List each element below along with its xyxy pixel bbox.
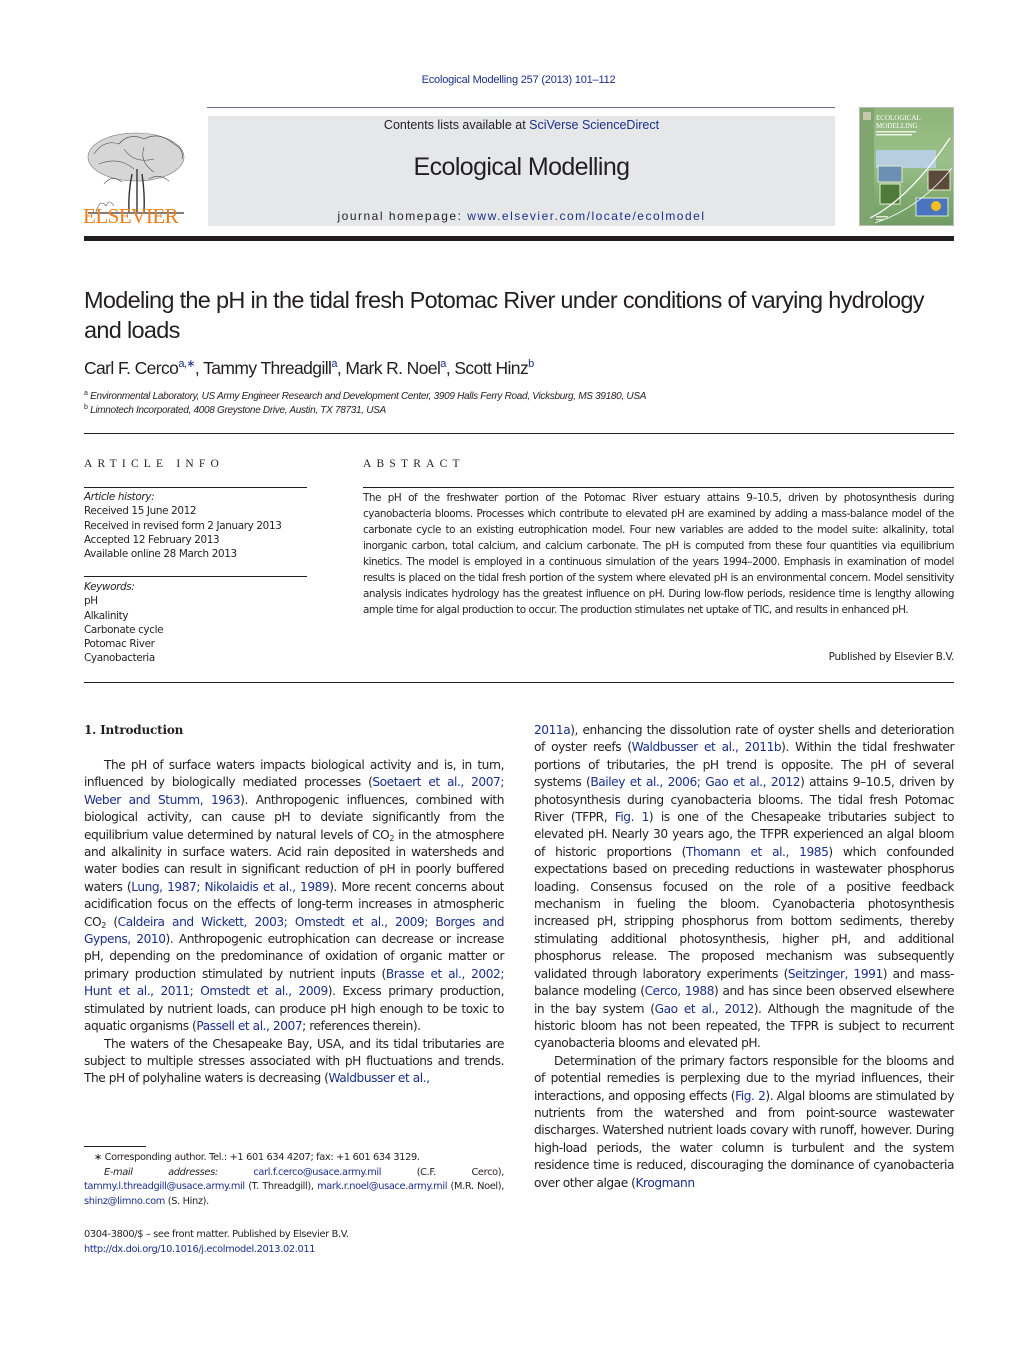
keyword: Potomac River	[84, 638, 155, 651]
paragraph: The waters of the Chesapeake Bay, USA, a…	[84, 1036, 504, 1088]
cover-image: ECOLOGICAL MODELLING	[860, 108, 953, 225]
author-affiliation-mark[interactable]: b	[528, 358, 534, 370]
body-column-left: The pH of surface waters impacts biologi…	[84, 757, 504, 1088]
keyword: pH	[84, 595, 98, 608]
contents-prefix: Contents lists available at	[383, 118, 530, 132]
citation-link[interactable]: Gao et al., 2012	[655, 1002, 755, 1016]
author-list: Carl F. Cercoa,∗, Tammy Threadgilla, Mar…	[84, 358, 534, 378]
issn-line: 0304-3800/$ – see front matter. Publishe…	[84, 1229, 349, 1240]
journal-name: Ecological Modelling	[413, 153, 631, 181]
citation-link[interactable]: Krogmann	[635, 1176, 695, 1190]
article-info-rule	[84, 487, 307, 488]
homepage-link[interactable]: www.elsevier.com/locate/ecolmodel	[467, 209, 705, 223]
text-run: ) which confounded expectations based on…	[534, 844, 954, 981]
author[interactable]: Carl F. Cercoa,∗	[84, 358, 195, 378]
citation-link[interactable]: Fig. 2	[735, 1089, 766, 1103]
svg-text:ECOLOGICAL: ECOLOGICAL	[876, 114, 921, 122]
article-history: Article history: Received 15 June 2012 R…	[84, 490, 282, 561]
affiliation-a: a Environmental Laboratory, US Army Engi…	[84, 390, 647, 402]
keywords-label: Keywords:	[84, 581, 135, 593]
header-rule	[207, 107, 835, 108]
elsevier-wordmark: ELSEVIER	[83, 204, 179, 228]
history-received: Received 15 June 2012	[84, 505, 197, 518]
journal-cover-thumbnail[interactable]: ECOLOGICAL MODELLING	[859, 107, 954, 226]
journal-homepage: journal homepage: www.elsevier.com/locat…	[208, 209, 835, 223]
author-affiliation-mark[interactable]: a,∗	[178, 358, 195, 370]
paragraph: The pH of surface waters impacts biologi…	[84, 757, 504, 1036]
email-link[interactable]: carl.f.cerco@usace.army.mil	[253, 1167, 381, 1178]
text-run: The waters of the Chesapeake Bay, USA, a…	[84, 1036, 504, 1086]
citation-link[interactable]: Cerco, 1988	[645, 984, 715, 998]
citation-link[interactable]: Waldbusser et al.,	[328, 1071, 430, 1085]
title-block-rule	[84, 433, 954, 434]
svg-text:MODELLING: MODELLING	[876, 122, 918, 130]
footnotes: ∗ Corresponding author. Tel.: +1 601 634…	[84, 1151, 504, 1210]
history-online: Available online 28 March 2013	[84, 548, 237, 561]
author[interactable]: Tammy Threadgilla	[203, 358, 337, 378]
citation-link[interactable]: Waldbusser et al., 2011b	[632, 740, 782, 754]
issn-doi: 0304-3800/$ – see front matter. Publishe…	[84, 1228, 349, 1257]
body-column-right: 2011a), enhancing the dissolution rate o…	[534, 722, 954, 1192]
text-run: ). Algal blooms are stimulated by nutrie…	[534, 1088, 954, 1190]
article-info-heading: ARTICLE INFO	[84, 458, 224, 470]
email-link[interactable]: tammy.l.threadgill@usace.army.mil	[84, 1181, 245, 1192]
keyword: Alkalinity	[84, 609, 129, 622]
article-title: Modeling the pH in the tidal fresh Potom…	[84, 287, 925, 343]
homepage-prefix: journal homepage:	[337, 209, 468, 223]
paragraph: 2011a), enhancing the dissolution rate o…	[534, 722, 954, 1053]
contents-line: Contents lists available at SciVerse Sci…	[208, 118, 835, 132]
abstract-rule	[363, 487, 954, 488]
sciencedirect-link[interactable]: SciVerse ScienceDirect	[529, 118, 659, 132]
citation-link[interactable]: Bailey et al., 2006; Gao et al., 2012	[590, 775, 800, 789]
email-label: E-mail addresses:	[104, 1166, 218, 1178]
email-addresses: E-mail addresses: carl.f.cerco@usace.arm…	[84, 1166, 505, 1208]
text-run: ; references therein).	[302, 1019, 421, 1034]
keywords-rule	[84, 576, 307, 577]
citation-link[interactable]: 2011a	[534, 723, 571, 737]
abstract-text: The pH of the freshwater portion of the …	[363, 492, 954, 616]
author[interactable]: Mark R. Noela	[345, 358, 446, 378]
keywords: Keywords: pH Alkalinity Carbonate cycle …	[84, 580, 164, 666]
corresponding-author-note: ∗ Corresponding author. Tel.: +1 601 634…	[94, 1152, 420, 1163]
citation-link[interactable]: Passell et al., 2007	[196, 1019, 302, 1033]
history-accepted: Accepted 12 February 2013	[84, 533, 220, 546]
email-link[interactable]: shinz@limno.com	[84, 1196, 165, 1207]
abstract-bottom-rule	[84, 682, 954, 683]
keyword: Cyanobacteria	[84, 652, 155, 665]
citation-link[interactable]: Fig. 1	[615, 810, 650, 824]
journal-citation-link[interactable]: Ecological Modelling 257 (2013) 101–112	[422, 74, 616, 86]
journal-citation[interactable]: Ecological Modelling 257 (2013) 101–112	[0, 74, 1021, 86]
abstract-heading: ABSTRACT	[363, 458, 465, 470]
masthead-bottom-rule	[84, 236, 954, 241]
published-by: Published by Elsevier B.V.	[828, 651, 955, 663]
citation-link[interactable]: Seitzinger, 1991	[788, 967, 883, 981]
affiliation-b: b Limnotech Incorporated, 4008 Greystone…	[84, 404, 386, 416]
paragraph: Determination of the primary factors res…	[534, 1053, 954, 1192]
footnote-rule	[84, 1146, 146, 1147]
citation-link[interactable]: Lung, 1987; Nikolaidis et al., 1989	[131, 880, 329, 894]
text-run: (	[105, 914, 118, 929]
journal-masthead: Contents lists available at SciVerse Sci…	[208, 116, 835, 226]
section-heading-introduction: 1. Introduction	[84, 723, 184, 737]
citation-link[interactable]: Thomann et al., 1985	[686, 845, 829, 859]
email-link[interactable]: mark.r.noel@usace.army.mil	[317, 1181, 447, 1192]
keyword: Carbonate cycle	[84, 623, 164, 636]
author[interactable]: Scott Hinzb	[454, 358, 534, 378]
history-revised: Received in revised form 2 January 2013	[84, 519, 282, 532]
article-history-label: Article history:	[84, 491, 155, 503]
doi-link[interactable]: http://dx.doi.org/10.1016/j.ecolmodel.20…	[84, 1244, 315, 1255]
